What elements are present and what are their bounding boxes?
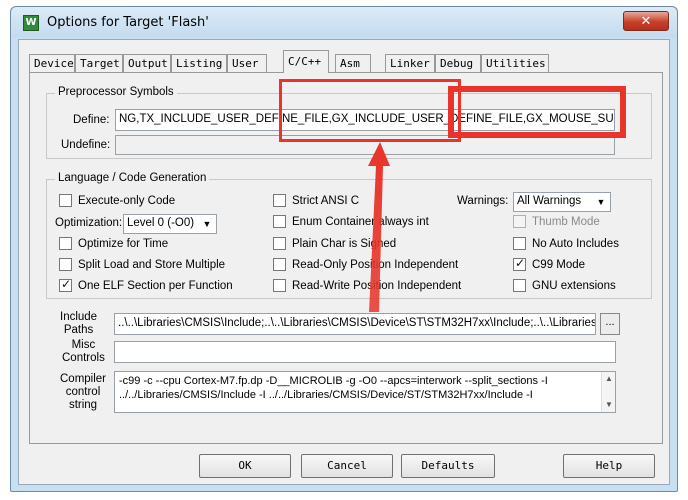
strict-ansi-box[interactable] [273, 194, 286, 207]
gnu-ext-checkbox[interactable]: GNU extensions [513, 279, 616, 292]
strict-ansi-label: Strict ANSI C [292, 194, 360, 207]
ro-pi-checkbox[interactable]: Read-Only Position Independent [273, 258, 458, 271]
rw-pi-label: Read-Write Position Independent [292, 279, 462, 292]
undefine-label: Undefine: [61, 139, 111, 151]
help-button[interactable]: Help [563, 454, 655, 478]
enum-container-checkbox[interactable]: Enum Container always int [273, 215, 429, 228]
misc-label-line2: Controls [62, 352, 105, 364]
warnings-select[interactable]: All Warnings ▼ [513, 192, 611, 212]
window-title: Options for Target 'Flash' [47, 15, 209, 30]
defaults-button[interactable]: Defaults [401, 454, 495, 478]
split-load-checkbox[interactable]: Split Load and Store Multiple [59, 258, 225, 271]
include-label-line1: Include [60, 311, 98, 323]
warnings-label: Warnings: [457, 195, 509, 207]
cpp-tab-panel: Preprocessor Symbols Define: NG,TX_INCLU… [29, 72, 663, 444]
include-paths-input[interactable]: ..\..\Libraries\CMSIS\Include;..\..\Libr… [114, 313, 596, 335]
thumb-mode-box[interactable] [513, 215, 526, 228]
ro-pi-label: Read-Only Position Independent [292, 258, 459, 271]
tab-device[interactable]: Device [29, 54, 75, 72]
compiler-label-line3: string [68, 399, 98, 411]
include-paths-label: Include Paths [60, 311, 97, 337]
one-elf-box[interactable] [59, 277, 72, 292]
keil-app-icon: W [23, 15, 39, 31]
tab-debug[interactable]: Debug [435, 54, 481, 72]
one-elf-checkbox[interactable]: One ELF Section per Function [59, 277, 233, 292]
language-group-title: Language / Code Generation [55, 172, 210, 184]
compiler-line2: ../../Libraries/CMSIS/Include -I ../../L… [119, 389, 533, 401]
compiler-control-label: Compiler control string [60, 373, 106, 412]
ok-button[interactable]: OK [199, 454, 291, 478]
no-auto-includes-box[interactable] [513, 237, 526, 250]
title-bar[interactable]: W Options for Target 'Flash' ✕ [11, 7, 677, 37]
compiler-label-line2: control [65, 386, 101, 398]
options-window: W Options for Target 'Flash' ✕ Device Ta… [10, 6, 678, 492]
c99-mode-box[interactable] [513, 256, 526, 271]
language-group: Language / Code Generation Execute-only … [46, 172, 652, 299]
scroll-down-icon[interactable]: ▼ [602, 398, 615, 412]
chevron-down-icon[interactable]: ▼ [594, 195, 608, 209]
optimization-value: Level 0 (-O0) [127, 217, 195, 229]
tab-utilities[interactable]: Utilities [481, 54, 549, 72]
strict-ansi-checkbox[interactable]: Strict ANSI C [273, 194, 359, 207]
compiler-control-string[interactable]: -c99 -c --cpu Cortex-M7.fp.dp -D__MICROL… [114, 371, 616, 413]
rw-pi-checkbox[interactable]: Read-Write Position Independent [273, 279, 461, 292]
warnings-value: All Warnings [517, 195, 582, 207]
enum-container-box[interactable] [273, 215, 286, 228]
include-browse-button[interactable]: ... [600, 313, 620, 335]
chevron-down-icon[interactable]: ▼ [200, 217, 214, 231]
plain-char-box[interactable] [273, 237, 286, 250]
split-load-box[interactable] [59, 258, 72, 271]
optimize-time-label: Optimize for Time [78, 237, 169, 250]
tab-asm[interactable]: Asm [335, 54, 371, 72]
thumb-mode-checkbox[interactable]: Thumb Mode [513, 215, 600, 228]
misc-label-line1: Misc [71, 339, 96, 351]
include-label-line2: Paths [63, 324, 94, 336]
execute-only-label: Execute-only Code [78, 194, 176, 207]
compiler-scrollbar[interactable]: ▲ ▼ [601, 372, 615, 412]
optimization-label: Optimization: [55, 217, 123, 229]
tab-user[interactable]: User [227, 54, 267, 72]
define-input[interactable]: NG,TX_INCLUDE_USER_DEFINE_FILE,GX_INCLUD… [115, 109, 615, 131]
no-auto-includes-checkbox[interactable]: No Auto Includes [513, 237, 619, 250]
one-elf-label: One ELF Section per Function [78, 279, 233, 292]
misc-controls-label: Misc Controls [62, 339, 105, 365]
define-label: Define: [73, 114, 110, 126]
enum-container-label: Enum Container always int [292, 215, 429, 228]
c99-mode-checkbox[interactable]: C99 Mode [513, 256, 586, 271]
compiler-label-line1: Compiler [60, 373, 107, 385]
dialog-client: Device Target Output Listing User C/C++ … [18, 39, 670, 485]
gnu-ext-box[interactable] [513, 279, 526, 292]
tab-linker[interactable]: Linker [385, 54, 435, 72]
ro-pi-box[interactable] [273, 258, 286, 271]
optimization-select[interactable]: Level 0 (-O0) ▼ [123, 214, 217, 234]
no-auto-includes-label: No Auto Includes [532, 237, 619, 250]
compiler-line1: -c99 -c --cpu Cortex-M7.fp.dp -D__MICROL… [119, 375, 548, 387]
rw-pi-box[interactable] [273, 279, 286, 292]
misc-controls-input[interactable] [114, 341, 616, 363]
preprocessor-group: Preprocessor Symbols Define: NG,TX_INCLU… [46, 86, 652, 159]
plain-char-checkbox[interactable]: Plain Char is Signed [273, 237, 396, 250]
tab-listing[interactable]: Listing [171, 54, 227, 72]
c99-mode-label: C99 Mode [532, 258, 586, 271]
split-load-label: Split Load and Store Multiple [78, 258, 226, 271]
tab-cpp[interactable]: C/C++ [283, 50, 329, 73]
tab-output[interactable]: Output [123, 54, 171, 72]
execute-only-checkbox[interactable]: Execute-only Code [59, 194, 175, 207]
scroll-up-icon[interactable]: ▲ [602, 372, 615, 386]
preprocessor-group-title: Preprocessor Symbols [55, 86, 177, 98]
execute-only-box[interactable] [59, 194, 72, 207]
plain-char-label: Plain Char is Signed [292, 237, 397, 250]
gnu-ext-label: GNU extensions [532, 279, 616, 292]
undefine-input[interactable] [115, 135, 615, 155]
close-button[interactable]: ✕ [623, 11, 669, 31]
thumb-mode-label: Thumb Mode [532, 215, 600, 228]
tab-target[interactable]: Target [75, 54, 123, 72]
optimize-time-checkbox[interactable]: Optimize for Time [59, 237, 168, 250]
optimize-time-box[interactable] [59, 237, 72, 250]
cancel-button[interactable]: Cancel [301, 454, 393, 478]
